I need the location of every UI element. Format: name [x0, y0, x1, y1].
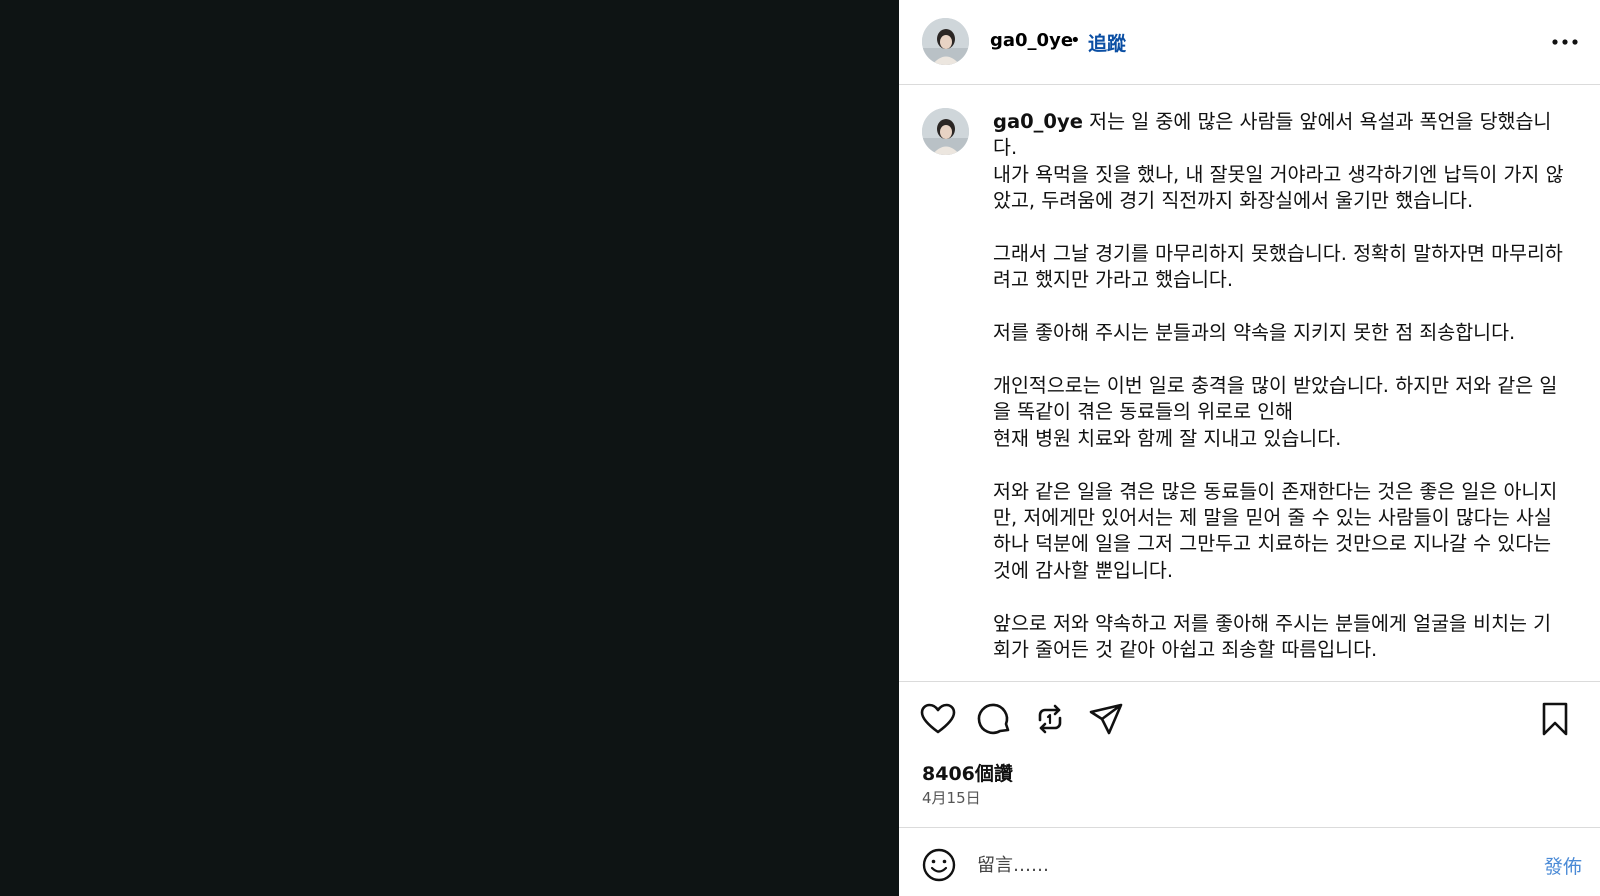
post-date: 4月15日 — [922, 789, 981, 807]
separator-dot: • — [1070, 30, 1081, 51]
share-icon[interactable] — [1087, 700, 1125, 738]
caption-username[interactable]: ga0_0ye — [993, 110, 1083, 133]
bookmark-icon[interactable] — [1536, 700, 1574, 738]
comment-icon[interactable] — [975, 700, 1013, 738]
caption-text: ga0_0ye 저는 일 중에 많은 사람들 앞에서 욕설과 폭언을 당했습니다… — [993, 109, 1568, 690]
comment-bar: 發佈 — [899, 828, 1600, 896]
comment-input[interactable] — [977, 847, 1417, 883]
caption-paragraph: 저와 같은 일을 겪은 많은 동료들이 존재한다는 것은 좋은 일은 아니지만,… — [993, 479, 1558, 582]
repost-icon[interactable] — [1031, 700, 1069, 738]
post-button[interactable]: 發佈 — [1544, 852, 1582, 879]
emoji-icon[interactable] — [921, 847, 957, 883]
caption-avatar[interactable] — [922, 108, 969, 155]
caption-area: ga0_0ye 저는 일 중에 많은 사람들 앞에서 욕설과 폭언을 당했습니다… — [899, 86, 1600, 680]
caption-paragraph: ga0_0ye 저는 일 중에 많은 사람들 앞에서 욕설과 폭언을 당했습니다… — [993, 109, 1568, 215]
post-header: ga0_0ye • 追蹤 — [899, 0, 1600, 85]
caption-paragraph: 그래서 그날 경기를 마무리하지 못했습니다. 정확히 말하자면 마무리하려고 … — [993, 242, 1563, 292]
avatar[interactable] — [922, 18, 969, 65]
caption-paragraph: 앞으로 저와 약속하고 저를 좋아해 주시는 분들에게 얼굴을 비치는 기회가 … — [993, 611, 1552, 662]
action-bar — [899, 690, 1600, 750]
divider — [899, 681, 1600, 682]
more-icon[interactable] — [1550, 30, 1580, 54]
post-panel: ga0_0ye • 追蹤 ga0_0ye 저는 일 중에 많은 사람들 앞에서 … — [899, 0, 1600, 896]
follow-button[interactable]: 追蹤 — [1088, 29, 1126, 56]
caption-paragraph: 저를 좋아해 주시는 분들과의 약속을 지키지 못한 점 죄송합니다. — [993, 321, 1516, 345]
heart-icon[interactable] — [919, 700, 957, 738]
caption-paragraph: 개인적으로는 이번 일로 충격을 많이 받았습니다. 하지만 저와 같은 일을 … — [993, 374, 1558, 450]
post-media — [0, 0, 899, 896]
username[interactable]: ga0_0ye — [990, 30, 1073, 51]
like-count[interactable]: 8406個讚 — [922, 759, 1013, 786]
